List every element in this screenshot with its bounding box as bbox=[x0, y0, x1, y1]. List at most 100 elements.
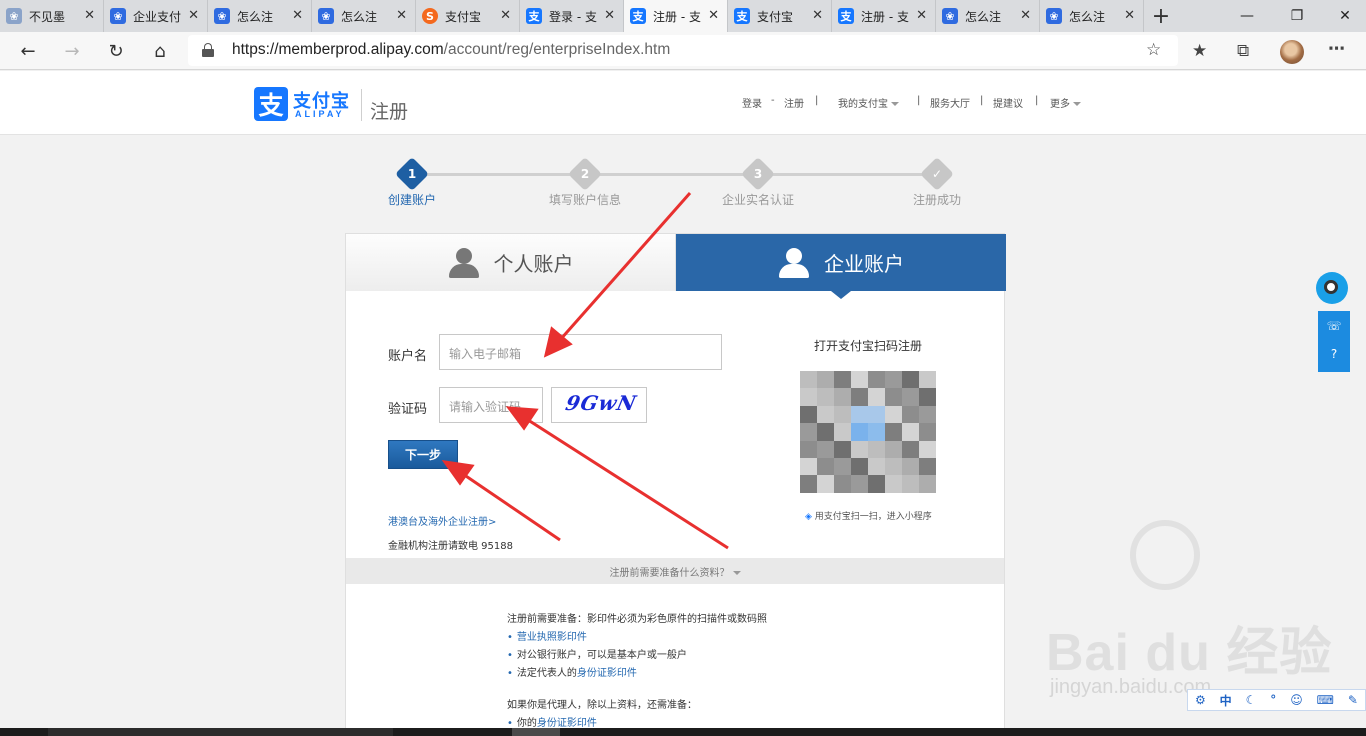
ime-punct-icon[interactable]: ° bbox=[1270, 693, 1276, 707]
forward-arrow-icon[interactable]: → bbox=[58, 37, 86, 65]
browser-tab[interactable]: ❀ 企业支付 ✕ bbox=[104, 0, 208, 32]
business-person-icon bbox=[778, 247, 810, 278]
browser-tab[interactable]: ❀ 怎么注 ✕ bbox=[208, 0, 312, 32]
prep-item: • 营业执照影印件 bbox=[507, 632, 587, 643]
profile-avatar[interactable] bbox=[1280, 40, 1304, 64]
qr-cell bbox=[834, 388, 851, 406]
browser-tab[interactable]: S 支付宝 ✕ bbox=[416, 0, 520, 32]
browser-tab[interactable]: ❀ 不见墨 ✕ bbox=[0, 0, 104, 32]
nav-login-link[interactable]: 登录 bbox=[742, 95, 762, 110]
legal-rep-id-link[interactable]: 身份证影印件 bbox=[577, 668, 637, 679]
next-step-button[interactable]: 下一步 bbox=[388, 440, 458, 469]
home-icon[interactable]: ⌂ bbox=[146, 37, 174, 65]
chevron-down-icon bbox=[891, 102, 899, 106]
tab-enterprise-account[interactable]: 企业账户 bbox=[676, 234, 1006, 299]
tab-close-icon[interactable]: ✕ bbox=[812, 8, 823, 23]
more-options-icon[interactable]: ⋯ bbox=[1328, 39, 1345, 59]
tab-close-icon[interactable]: ✕ bbox=[84, 8, 95, 23]
tab-close-icon[interactable]: ✕ bbox=[1124, 8, 1135, 23]
qr-cell bbox=[851, 371, 868, 389]
nav-feedback-link[interactable]: 提建议 bbox=[993, 95, 1023, 110]
tab-close-icon[interactable]: ✕ bbox=[292, 8, 303, 23]
browser-tab[interactable]: 支登录 - 支 ✕ bbox=[520, 0, 624, 32]
email-input[interactable]: 输入电子邮箱 bbox=[439, 334, 722, 370]
tab-close-icon[interactable]: ✕ bbox=[604, 8, 615, 23]
captcha-image[interactable]: 9GwN bbox=[551, 387, 647, 423]
tab-close-icon[interactable]: ✕ bbox=[188, 8, 199, 23]
alipay-icon: 支 bbox=[838, 8, 854, 24]
ime-tools-icon[interactable]: ✎ bbox=[1348, 693, 1358, 707]
lock-icon[interactable] bbox=[202, 43, 214, 57]
browser-tab-label: 支付宝 bbox=[445, 9, 482, 24]
url-input[interactable]: https://memberprod.alipay.com/account/re… bbox=[188, 35, 1178, 66]
browser-tab-label: 怎么注 bbox=[341, 9, 378, 24]
tab-close-icon[interactable]: ✕ bbox=[708, 8, 719, 23]
qr-cell bbox=[851, 423, 868, 441]
nav-more-menu[interactable]: 更多 bbox=[1050, 95, 1081, 110]
headset-icon[interactable]: ☏ bbox=[1326, 319, 1342, 335]
qr-cell bbox=[919, 475, 936, 493]
nav-dash: - bbox=[771, 95, 775, 106]
alipay-icon: 支 bbox=[734, 8, 750, 24]
ime-moon-icon[interactable]: ☾ bbox=[1246, 693, 1257, 707]
ime-keyboard-icon[interactable]: ⌨ bbox=[1317, 693, 1334, 707]
side-help-panel: ☏ ? bbox=[1318, 311, 1350, 372]
alipay-icon: 支 bbox=[526, 8, 542, 24]
maximize-button[interactable]: ❐ bbox=[1274, 0, 1320, 32]
prep-materials-toggle[interactable]: 注册前需要准备什么资料？ bbox=[346, 558, 1004, 584]
step-2-label: 填写账户信息 bbox=[548, 193, 621, 207]
question-icon[interactable]: ? bbox=[1326, 347, 1342, 363]
browser-tab-label: 怎么注 bbox=[237, 9, 274, 24]
qr-cell bbox=[902, 457, 919, 476]
window-close-button[interactable]: ✕ bbox=[1322, 0, 1366, 32]
nav-service-hall-link[interactable]: 服务大厅 bbox=[930, 95, 970, 110]
qr-cell bbox=[851, 475, 868, 493]
new-tab-button[interactable]: + bbox=[1144, 0, 1178, 32]
browser-tab-label: 企业支付 bbox=[133, 9, 182, 24]
tab-close-icon[interactable]: ✕ bbox=[500, 8, 511, 23]
nav-register-link[interactable]: 注册 bbox=[784, 95, 804, 110]
collections-icon[interactable]: ⧉ bbox=[1237, 41, 1249, 61]
browser-tab[interactable]: ❀ 怎么注 ✕ bbox=[936, 0, 1040, 32]
qr-cell bbox=[851, 405, 868, 424]
page-section-title: 注册 bbox=[370, 101, 409, 123]
overseas-register-link[interactable]: 港澳台及海外企业注册> bbox=[388, 513, 496, 528]
alipay-logo-icon[interactable]: 支 bbox=[254, 87, 288, 121]
business-license-link[interactable]: 营业执照影印件 bbox=[517, 632, 587, 643]
baidu-paw-icon: ❀ bbox=[942, 8, 958, 24]
tab-personal-account[interactable]: 个人账户 bbox=[346, 234, 676, 291]
ime-emoji-icon[interactable]: ☺ bbox=[1290, 693, 1303, 707]
browser-tab[interactable]: 支支付宝 ✕ bbox=[728, 0, 832, 32]
minimize-button[interactable]: — bbox=[1224, 0, 1270, 32]
add-favorite-star-icon[interactable]: ☆ bbox=[1146, 40, 1161, 60]
browser-tab[interactable]: ❀ 怎么注 ✕ bbox=[312, 0, 416, 32]
qr-cell bbox=[817, 423, 834, 441]
ime-toolbar[interactable]: ⚙ 中 ☾ ° ☺ ⌨ ✎ bbox=[1187, 689, 1366, 711]
browser-tab-label: 怎么注 bbox=[1069, 9, 1106, 24]
qr-cell bbox=[851, 388, 868, 406]
ime-logo-icon[interactable]: ⚙ bbox=[1195, 693, 1206, 707]
prep-item: • 法定代表人的身份证影印件 bbox=[507, 668, 637, 679]
browser-tab[interactable]: 支注册 - 支 ✕ bbox=[832, 0, 936, 32]
qr-cell bbox=[800, 423, 817, 441]
assistant-robot-icon[interactable] bbox=[1314, 266, 1350, 306]
ime-mode[interactable]: 中 bbox=[1220, 692, 1232, 709]
qr-cell bbox=[919, 405, 936, 424]
tab-close-icon[interactable]: ✕ bbox=[396, 8, 407, 23]
refresh-icon[interactable]: ↻ bbox=[102, 37, 130, 65]
qr-cell bbox=[868, 405, 885, 424]
browser-tab-label: 注册 - 支 bbox=[653, 9, 701, 24]
browser-tab[interactable]: 支注册 - 支 ✕ bbox=[624, 0, 728, 32]
baidu-watermark: Bai du 经验 bbox=[1046, 624, 1333, 682]
favorites-icon[interactable]: ★ bbox=[1192, 41, 1207, 61]
tab-close-icon[interactable]: ✕ bbox=[1020, 8, 1031, 23]
tab-close-icon[interactable]: ✕ bbox=[916, 8, 927, 23]
active-tab-pointer bbox=[831, 291, 851, 299]
qr-cell bbox=[817, 475, 834, 493]
qr-cell bbox=[800, 440, 817, 458]
prep-item: • 对公银行账户，可以是基本户或一般户 bbox=[507, 650, 687, 661]
nav-my-alipay-menu[interactable]: 我的支付宝 bbox=[838, 95, 899, 110]
captcha-input[interactable]: 请输入验证码 bbox=[439, 387, 543, 423]
back-arrow-icon[interactable]: ← bbox=[14, 37, 42, 65]
browser-tab[interactable]: ❀ 怎么注 ✕ bbox=[1040, 0, 1144, 32]
